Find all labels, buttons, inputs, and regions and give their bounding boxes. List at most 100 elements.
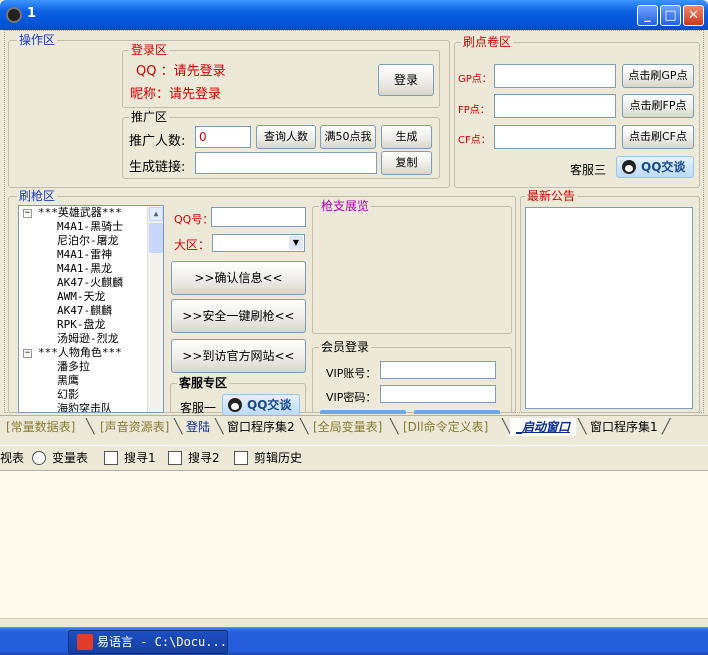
- fp-label: FP点：: [458, 105, 490, 116]
- clip-history-button[interactable]: 剪辑历史: [234, 449, 302, 468]
- gun-preview-group: 枪支展览: [312, 200, 512, 334]
- tree-item[interactable]: 海豹突击队: [19, 402, 163, 413]
- maximize-button[interactable]: □: [660, 5, 681, 26]
- gp-button[interactable]: 点击刷GP点: [622, 64, 694, 88]
- window-title: 1: [27, 6, 37, 21]
- tree-item-label: AK47-麒麟: [57, 304, 113, 317]
- tree-item-label: 海豹突击队: [57, 402, 112, 413]
- vip-register-button[interactable]: [414, 410, 500, 414]
- tree-item[interactable]: 潘多拉: [19, 360, 163, 374]
- output-panel[interactable]: [0, 470, 708, 618]
- gp-field[interactable]: [494, 64, 616, 88]
- tree-item-label: ***英雄武器***: [38, 206, 122, 219]
- taskbar-app-label: 易语言 - C:\Docu...: [97, 635, 227, 649]
- tree-item[interactable]: AK47-麒麟: [19, 304, 163, 318]
- view-table-button[interactable]: 视表: [0, 449, 24, 468]
- generate-button[interactable]: 生成: [381, 125, 432, 149]
- tab-startup-window[interactable]: _启动窗口: [510, 418, 577, 436]
- tab-dll-commands[interactable]: [Dll命令定义表]: [397, 418, 494, 436]
- full50-button[interactable]: 满50点我: [320, 125, 376, 149]
- promo-legend: 推广区: [129, 110, 170, 124]
- tab-sound-resources[interactable]: [声音资源表]: [94, 418, 175, 436]
- qq-number-field[interactable]: [211, 207, 306, 227]
- app-icon[interactable]: [6, 7, 22, 23]
- tree-item-label: M4A1-黑骑士: [57, 220, 124, 233]
- cf-button[interactable]: 点击刷CF点: [622, 125, 694, 149]
- tree-item[interactable]: M4A1-雷神: [19, 248, 163, 262]
- qq-button-label: QQ交谈: [641, 160, 686, 174]
- tree-item[interactable]: AK47-火麒麟: [19, 276, 163, 290]
- copy-button[interactable]: 复制: [381, 151, 432, 175]
- cf-field[interactable]: [494, 125, 616, 149]
- clipboard-icon: [234, 451, 248, 465]
- confirm-info-button[interactable]: >>确认信息<<: [171, 261, 306, 295]
- tab-login[interactable]: 登陆: [180, 418, 216, 436]
- tree-item[interactable]: 黑鹰: [19, 374, 163, 388]
- search2-label: 搜寻2: [188, 451, 220, 465]
- tree-item[interactable]: 尼泊尔-屠龙: [19, 234, 163, 248]
- tree-item[interactable]: M4A1-黑龙: [19, 262, 163, 276]
- vip-account-field[interactable]: [380, 361, 496, 379]
- gp-label: GP点：: [458, 74, 492, 85]
- weapon-tree[interactable]: − ***英雄武器*** M4A1-黑骑士 尼泊尔-屠龙 M4A1-雷神 M4A1-黑龙 A…: [18, 205, 164, 413]
- member-login-legend: 会员登录: [319, 340, 372, 354]
- scroll-thumb[interactable]: [149, 223, 163, 253]
- nickname-status-label: 昵称：请先登录: [130, 87, 222, 102]
- tree-item[interactable]: M4A1-黑骑士: [19, 220, 163, 234]
- tree-category[interactable]: − ***英雄武器***: [19, 206, 163, 220]
- notice-legend: 最新公告: [525, 189, 578, 203]
- view-table-label: 视表: [0, 451, 25, 465]
- service3-qq-button[interactable]: QQ交谈: [616, 156, 694, 178]
- close-button[interactable]: ✕: [683, 5, 704, 26]
- region-select[interactable]: ▼: [212, 234, 305, 252]
- link-label: 生成链接:: [129, 160, 186, 175]
- login-legend: 登录区: [129, 43, 170, 57]
- clip-history-label: 剪辑历史: [254, 451, 303, 465]
- tree-item[interactable]: 幻影: [19, 388, 163, 402]
- tree-item-label: 尼泊尔-屠龙: [57, 234, 119, 247]
- query-count-button[interactable]: 查询人数: [256, 125, 316, 149]
- safe-refresh-button[interactable]: >>安全一键刷枪<<: [171, 299, 306, 333]
- bottom-toolbar: 视表 变量表 搜寻1 搜寻2 剪辑历史: [0, 445, 708, 470]
- region-label: 大区：: [174, 238, 211, 252]
- service1-qq-button[interactable]: QQ交谈: [222, 394, 300, 416]
- vip-password-label: VIP密码：: [326, 391, 377, 404]
- tab-window-assembly-1[interactable]: 窗口程序集1: [584, 418, 664, 436]
- status-strip: [0, 618, 708, 627]
- link-field[interactable]: [195, 152, 377, 174]
- search2-button[interactable]: 搜寻2: [168, 449, 220, 468]
- chevron-down-icon[interactable]: ▼: [289, 236, 303, 250]
- notice-textbox[interactable]: [525, 207, 693, 409]
- easy-language-icon: [77, 634, 93, 650]
- variable-table-button[interactable]: 变量表: [32, 449, 88, 468]
- promo-count-field[interactable]: 0: [195, 126, 251, 148]
- fp-field[interactable]: [494, 94, 616, 118]
- ops-legend: 操作区: [17, 33, 58, 47]
- login-button[interactable]: 登录: [378, 64, 434, 96]
- collapse-icon[interactable]: −: [23, 208, 32, 218]
- tab-global-variables[interactable]: [全局变量表]: [307, 418, 388, 436]
- tree-scrollbar[interactable]: ▲: [147, 206, 163, 412]
- vip-password-field[interactable]: [380, 385, 496, 403]
- service-legend: 客服专区: [177, 376, 230, 390]
- qq-penguin-icon: [622, 160, 636, 174]
- search1-button[interactable]: 搜寻1: [104, 449, 156, 468]
- scroll-up-icon[interactable]: ▲: [149, 207, 163, 221]
- tree-item[interactable]: AWM-天龙: [19, 290, 163, 304]
- tree-item-label: 黑鹰: [57, 374, 79, 387]
- tree-item-label: M4A1-黑龙: [57, 262, 113, 275]
- editor-tab-bar: [常量数据表] ╲ [声音资源表] ╲ 登陆 ╲ 窗口程序集2 ╲ [全局变量表…: [0, 415, 708, 437]
- collapse-icon[interactable]: −: [23, 348, 32, 358]
- tree-item[interactable]: 汤姆逊-烈龙: [19, 332, 163, 346]
- tree-category[interactable]: − ***人物角色***: [19, 346, 163, 360]
- tree-item[interactable]: RPK-盘龙: [19, 318, 163, 332]
- taskbar-app-button[interactable]: 易语言 - C:\Docu...: [68, 630, 228, 654]
- vip-login-button[interactable]: [320, 410, 406, 414]
- tab-window-assembly-2[interactable]: 窗口程序集2: [221, 418, 301, 436]
- tab-constant-table[interactable]: [常量数据表]: [0, 418, 81, 436]
- official-site-button[interactable]: >>到访官方网站<<: [171, 339, 306, 373]
- fp-button[interactable]: 点击刷FP点: [622, 94, 694, 118]
- promo-count-label: 推广人数:: [129, 134, 186, 149]
- minimize-button[interactable]: _: [637, 5, 658, 26]
- points-legend: 刷点卷区: [461, 35, 514, 49]
